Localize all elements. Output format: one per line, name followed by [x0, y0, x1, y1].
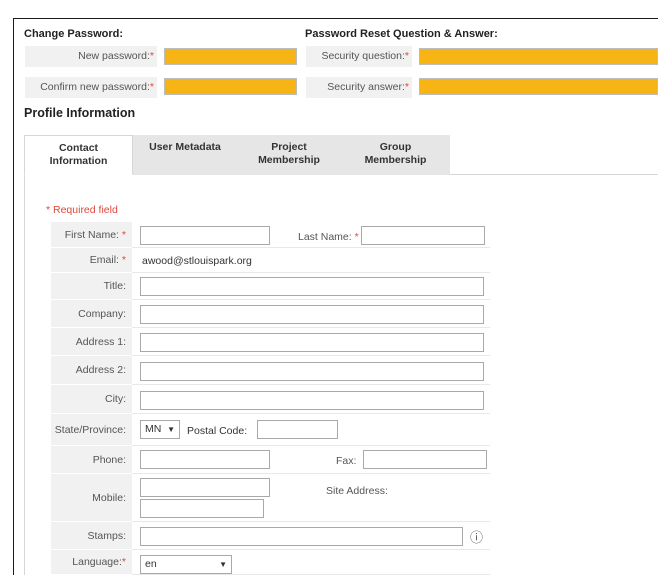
address2-label-cell: Address 2: — [51, 356, 132, 385]
city-label: City: — [105, 393, 126, 405]
tab-label-line1: Contact — [58, 142, 99, 154]
chevron-down-icon: ▼ — [219, 560, 227, 569]
required-marker: * — [121, 254, 126, 266]
security-answer-label: Security answer: — [327, 81, 405, 93]
language-label-cell: Language:* — [51, 550, 132, 575]
first-name-label: First Name: — [64, 229, 119, 241]
required-marker: * — [149, 50, 154, 62]
tab-group-membership[interactable]: Group Membership — [341, 135, 450, 175]
address1-input[interactable] — [140, 333, 484, 352]
phone-label: Phone: — [92, 454, 126, 466]
postal-code-input[interactable] — [257, 420, 338, 439]
postal-code-label: Postal Code: — [187, 425, 248, 437]
change-password-title: Change Password: — [24, 28, 124, 40]
required-marker: * — [121, 556, 126, 568]
address1-label: Address 1: — [75, 336, 126, 348]
state-label-cell: State/Province: — [51, 414, 132, 446]
tab-project-membership[interactable]: Project Membership — [237, 135, 341, 175]
password-reset-title: Password Reset Question & Answer: — [305, 28, 498, 40]
stamps-label-cell: Stamps: — [51, 522, 132, 550]
address2-label: Address 2: — [75, 364, 126, 376]
mobile-input-secondary[interactable] — [140, 499, 264, 518]
tab-contact-information[interactable]: Contact Information — [24, 135, 133, 175]
required-marker: * — [149, 81, 154, 93]
tab-user-metadata[interactable]: User Metadata — [133, 135, 237, 175]
stamps-input[interactable] — [140, 527, 463, 546]
title-input[interactable] — [140, 277, 484, 296]
email-label-cell: Email: * — [51, 248, 132, 273]
required-marker: * — [121, 229, 126, 241]
email-label: Email: — [89, 254, 119, 266]
profile-information-title: Profile Information — [24, 106, 136, 120]
language-select[interactable]: en ▼ — [140, 555, 232, 574]
confirm-password-label: Confirm new password: — [40, 81, 150, 93]
required-marker: * — [404, 81, 409, 93]
state-label: State/Province: — [54, 424, 126, 436]
language-value: en — [145, 558, 157, 570]
phone-input[interactable] — [140, 450, 270, 469]
new-password-field[interactable] — [164, 48, 297, 65]
mobile-input[interactable] — [140, 478, 270, 497]
language-label: Language: — [72, 556, 122, 568]
tab-label-line1: Project — [271, 141, 307, 153]
fax-input[interactable] — [363, 450, 487, 469]
tab-label-line1: User Metadata — [149, 141, 221, 153]
required-field-note: * Required field — [46, 204, 118, 216]
company-label-cell: Company: — [51, 300, 132, 328]
city-label-cell: City: — [51, 385, 132, 414]
email-value: awood@stlouispark.org — [142, 255, 252, 267]
state-value: MN — [145, 423, 162, 435]
mobile-label: Mobile: — [92, 492, 126, 504]
title-label-cell: Title: — [51, 273, 132, 300]
address1-label-cell: Address 1: — [51, 328, 132, 356]
new-password-label-cell: New password:* — [24, 45, 158, 68]
company-input[interactable] — [140, 305, 484, 324]
security-question-field[interactable] — [419, 48, 658, 65]
city-input[interactable] — [140, 391, 484, 410]
confirm-password-label-cell: Confirm new password:* — [24, 76, 158, 99]
phone-label-cell: Phone: — [51, 446, 132, 474]
last-name-label-cell: Last Name: * — [298, 231, 359, 243]
tab-label-line1: Group — [379, 141, 412, 153]
required-marker: * — [404, 50, 409, 62]
company-label: Company: — [78, 308, 126, 320]
security-answer-label-cell: Security answer:* — [305, 76, 413, 99]
tab-label-line2: Information — [49, 155, 108, 167]
last-name-label: Last Name: — [298, 231, 352, 243]
tab-label-line2: Membership — [364, 154, 427, 166]
new-password-label: New password: — [78, 50, 150, 62]
security-answer-field[interactable] — [419, 78, 658, 95]
stamps-label: Stamps: — [87, 530, 126, 542]
first-name-label-cell: First Name: * — [51, 222, 132, 248]
info-icon[interactable]: ⓘ — [470, 527, 483, 546]
required-marker: * — [354, 231, 359, 243]
tab-label-line2: Membership — [258, 154, 320, 166]
title-label: Title: — [103, 280, 126, 292]
security-question-label-cell: Security question:* — [305, 45, 413, 68]
first-name-input[interactable] — [140, 226, 270, 245]
site-address-label: Site Address: — [326, 485, 388, 497]
chevron-down-icon: ▼ — [167, 425, 175, 434]
state-select[interactable]: MN ▼ — [140, 420, 180, 439]
fax-label: Fax: — [336, 455, 357, 467]
confirm-password-field[interactable] — [164, 78, 297, 95]
address2-input[interactable] — [140, 362, 484, 381]
security-question-label: Security question: — [321, 50, 405, 62]
mobile-label-cell: Mobile: — [51, 474, 132, 522]
last-name-input[interactable] — [361, 226, 485, 245]
